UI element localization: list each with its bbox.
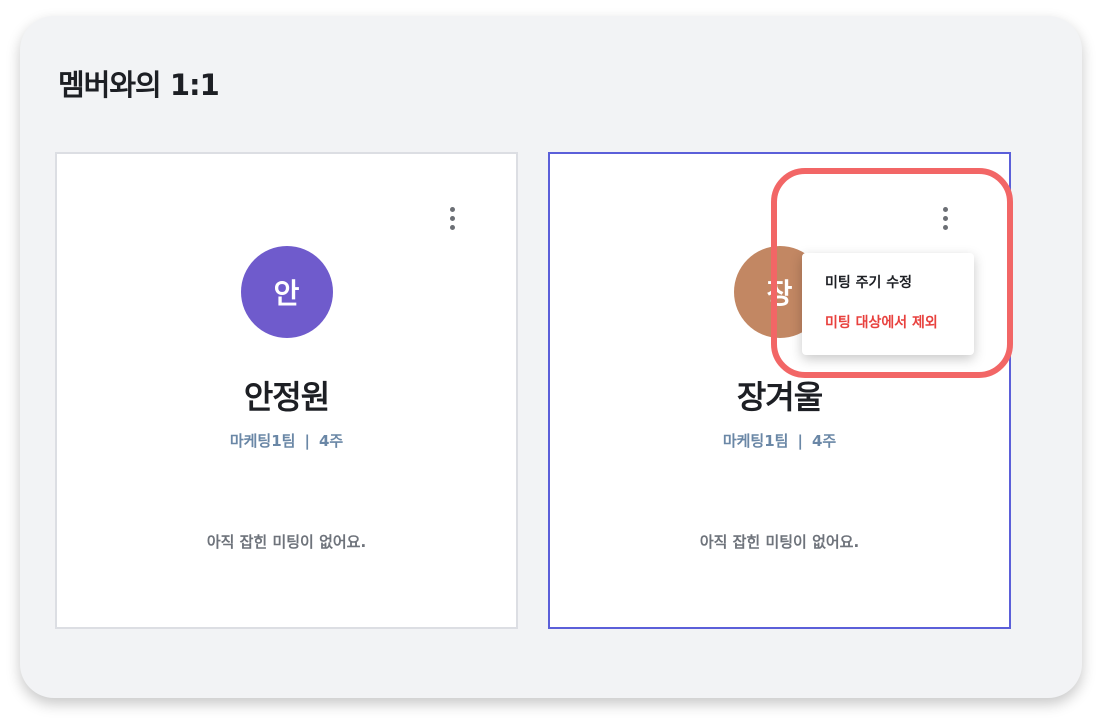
empty-meeting-text: 아직 잡힌 미팅이 없어요. [699,533,860,551]
meta-separator: | [304,432,310,450]
member-card-1[interactable]: 안 안정원 마케팅1팀 | 4주 아직 잡힌 미팅이 없어요. [55,152,518,629]
member-period: 4주 [811,432,837,450]
avatar: 안 [240,246,333,338]
member-team: 마케팅1팀 [229,432,296,450]
member-name: 장겨울 [736,378,823,416]
menu-item-exclude-from-meeting[interactable]: 미팅 대상에서 제외 [802,313,974,333]
menu-item-edit-meeting-cycle[interactable]: 미팅 주기 수정 [802,273,974,293]
more-vertical-icon[interactable] [936,204,954,232]
avatar-initial: 안 [273,277,300,310]
empty-meeting-text: 아직 잡힌 미팅이 없어요. [206,533,367,551]
one-on-one-panel: 멤버와의 1:1 안 안정원 마케팅1팀 | 4주 아직 잡힌 미팅이 없어요. 장… [20,16,1082,698]
member-meta: 마케팅1팀 | 4주 [57,430,516,451]
member-name: 안정원 [243,378,330,416]
member-team: 마케팅1팀 [722,432,789,450]
member-meta: 마케팅1팀 | 4주 [550,430,1009,451]
context-menu: 미팅 주기 수정 미팅 대상에서 제외 [802,253,974,355]
meta-separator: | [797,432,803,450]
section-title: 멤버와의 1:1 [58,68,220,102]
more-vertical-icon[interactable] [443,204,461,232]
avatar-initial: 장 [766,277,793,310]
member-period: 4주 [318,432,344,450]
member-card-2[interactable]: 장 장겨울 마케팅1팀 | 4주 아직 잡힌 미팅이 없어요. [548,152,1011,629]
